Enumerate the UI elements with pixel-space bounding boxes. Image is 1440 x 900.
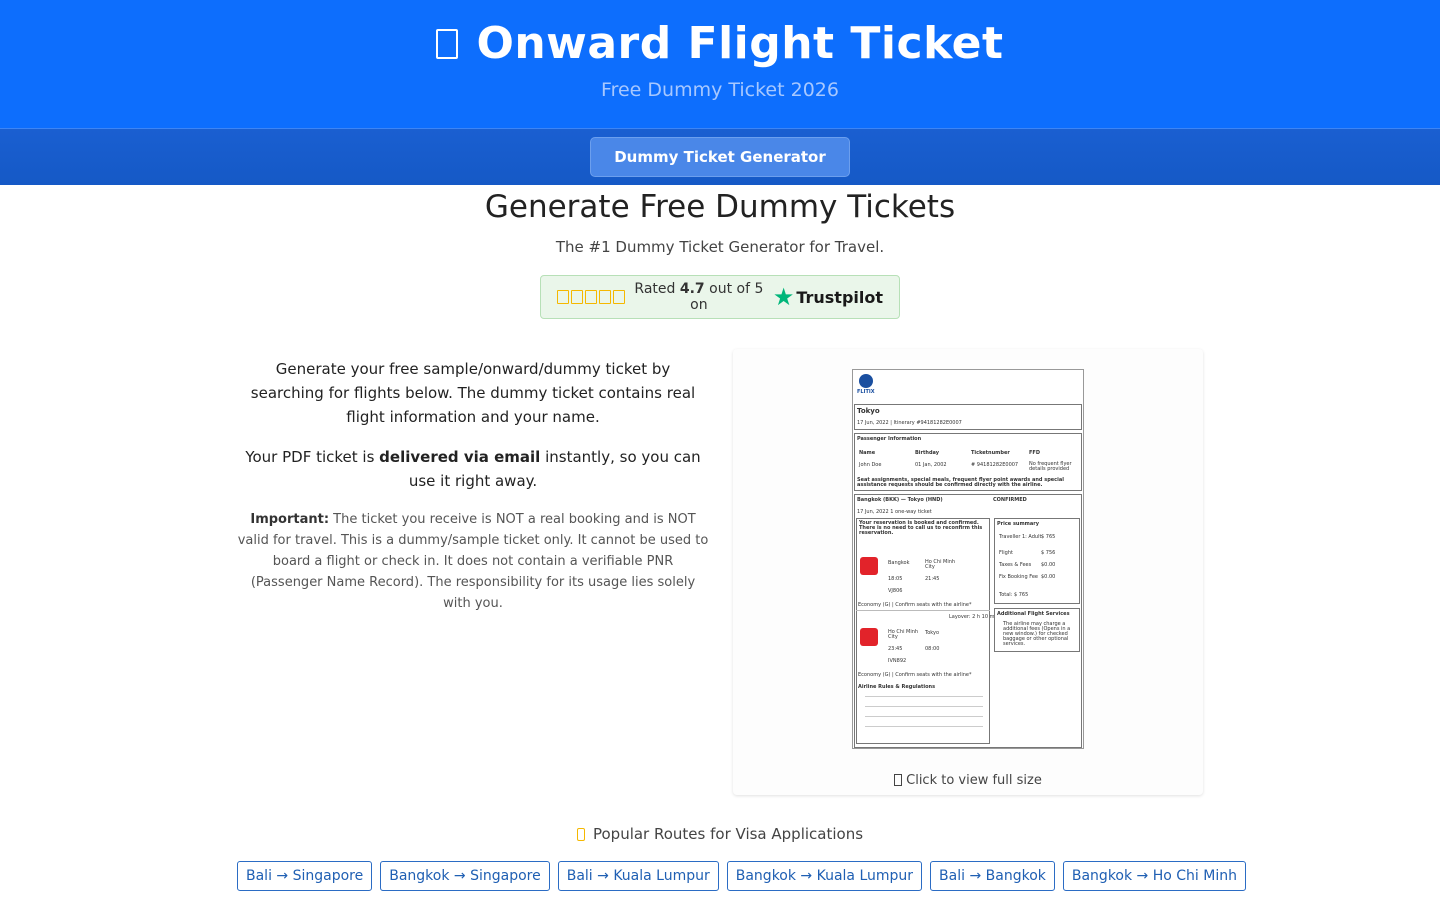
ticket-seg1-dep: 18:05 — [888, 576, 903, 582]
ticket-seg1-flight: VJ806 — [888, 588, 903, 594]
ticket-rule-line — [865, 706, 983, 707]
route-link-bangkok-kuala-lumpur[interactable]: Bangkok → Kuala Lumpur — [726, 861, 923, 891]
star-icon — [557, 290, 569, 304]
ticket-economy-2: Economy (G) | Confirm seats with the air… — [858, 672, 972, 678]
trustpilot-rating-badge[interactable]: Rated 4.7 out of 5 on ★ Trustpilot — [540, 275, 900, 319]
trustpilot-name: Trustpilot — [796, 287, 883, 307]
ticket-price-heading: Price summary — [997, 521, 1039, 527]
ticket-additional-note: The airline may charge a additional fees… — [1003, 621, 1071, 647]
ticket-fix-booking: Fix Booking Fee — [999, 574, 1038, 580]
dummy-ticket-generator-button[interactable]: Dummy Ticket Generator — [590, 137, 850, 177]
site-header: Onward Flight Ticket Free Dummy Ticket 2… — [0, 0, 1440, 128]
ticket-status: CONFIRMED — [993, 497, 1027, 503]
ticket-rule-line — [865, 696, 983, 697]
ticket-reservation-note: Your reservation is booked and confirmed… — [859, 520, 983, 536]
para2-bold: delivered via email — [379, 448, 541, 466]
ticket-seg2-to: Tokyo — [925, 630, 939, 636]
ticket-divider — [856, 610, 990, 611]
ticket-itinerary: 17 Jun, 2022 | Itinerary #94181282E0007 — [857, 420, 962, 426]
route-link-bangkok-singapore[interactable]: Bangkok → Singapore — [380, 861, 550, 891]
preview-caption[interactable]: Click to view full size — [733, 773, 1203, 788]
ticket-seg1-arr: 21:45 — [925, 576, 940, 582]
ticket-economy-1: Economy (G) | Confirm seats with the air… — [858, 602, 972, 608]
plane-icon — [436, 28, 459, 59]
page-tagline: The #1 Dummy Ticket Generator for Travel… — [555, 238, 885, 256]
ticket-total: Total: $ 765 — [999, 592, 1029, 598]
ticket-brand: FLITIX — [857, 389, 875, 395]
rating-prefix: Rated — [634, 281, 676, 297]
popular-routes-heading: Popular Routes for Visa Applications — [237, 825, 1203, 843]
trustpilot-star-icon: ★ — [772, 283, 795, 311]
site-subtitle: Free Dummy Ticket 2026 — [601, 79, 839, 101]
ticket-passenger-name: John Doe — [859, 462, 882, 468]
description-para-2: Your PDF ticket is delivered via email i… — [237, 445, 709, 493]
ticket-rule-line — [865, 716, 983, 717]
site-title: Onward Flight Ticket — [0, 18, 1440, 69]
ticket-col-ffd: FFD — [1029, 450, 1040, 456]
content-row: Generate your free sample/onward/dummy t… — [237, 349, 1203, 795]
ticket-col-birthday: Birthday — [915, 450, 939, 456]
ticket-passenger-birthday: 01 Jan, 2002 — [915, 462, 947, 468]
pin-icon — [576, 827, 585, 841]
ticket-destination: Tokyo — [857, 407, 880, 415]
ticket-flight-amt: $ 756 — [1041, 550, 1056, 556]
page-heading: Generate Free Dummy Tickets — [484, 189, 956, 225]
description-column: Generate your free sample/onward/dummy t… — [237, 349, 709, 795]
ticket-preview-card[interactable]: FLITIX Tokyo 17 Jun, 2022 | Itinerary #9… — [733, 349, 1203, 795]
route-link-bali-kuala-lumpur[interactable]: Bali → Kuala Lumpur — [557, 861, 719, 891]
ticket-rule-line — [865, 726, 983, 727]
star-icon — [571, 290, 583, 304]
description-para-1: Generate your free sample/onward/dummy t… — [250, 360, 696, 426]
ticket-traveller: Traveller 1: Adult — [999, 534, 1042, 540]
ticket-ffd: No frequent flyer details provided — [1029, 461, 1072, 472]
ticket-destination-box — [854, 404, 1082, 430]
rating-stars — [557, 290, 625, 304]
magnify-icon — [894, 774, 903, 786]
ticket-seg2-flight: IVN892 — [888, 658, 907, 664]
ticket-passenger-heading: Passenger Information — [857, 436, 922, 442]
important-notice: Important: The ticket you receive is NOT… — [237, 509, 709, 614]
airline-logo-icon — [860, 557, 878, 575]
ticket-preview-image[interactable]: FLITIX Tokyo 17 Jun, 2022 | Itinerary #9… — [852, 369, 1084, 749]
navbar: Dummy Ticket Generator — [0, 128, 1440, 185]
ticket-fix-amt: $0.00 — [1041, 574, 1056, 580]
ticket-trip-type: 17 Jun, 2022 1 one-way ticket — [857, 509, 932, 515]
ticket-additional-heading: Additional Flight Services — [997, 611, 1070, 617]
star-icon — [585, 290, 597, 304]
ticket-traveller-amt: $ 765 — [1041, 534, 1056, 540]
popular-routes-title: Popular Routes for Visa Applications — [592, 825, 864, 843]
popular-routes-list: Bali → Singapore Bangkok → Singapore Bal… — [237, 861, 1246, 891]
ticket-seg2-arr: 08:00 — [925, 646, 940, 652]
ticket-seg1-from: Bangkok — [888, 560, 910, 566]
para2-before: Your PDF ticket is — [245, 448, 380, 466]
ticket-taxes-amt: $0.00 — [1041, 562, 1056, 568]
route-link-bali-singapore[interactable]: Bali → Singapore — [237, 861, 373, 891]
airline-logo-icon — [860, 628, 878, 646]
main-content: Generate Free Dummy Tickets The #1 Dummy… — [237, 189, 1246, 891]
preview-caption-text: Click to view full size — [906, 773, 1042, 788]
star-icon — [613, 290, 625, 304]
flitix-logo-icon — [859, 374, 873, 388]
ticket-seat-note: Seat assignments, special meals, frequen… — [857, 477, 1064, 488]
ticket-seg2-dep: 23:45 — [888, 646, 903, 652]
site-title-text: Onward Flight Ticket — [476, 18, 1004, 69]
ticket-col-name: Name — [859, 450, 876, 456]
rating-text: Rated 4.7 out of 5 on — [633, 281, 765, 313]
rating-score: 4.7 — [679, 281, 705, 297]
ticket-route: Bangkok (BKK) — Tokyo (HND) — [857, 497, 943, 503]
route-link-bali-bangkok[interactable]: Bali → Bangkok — [930, 861, 1055, 891]
route-link-bangkok-ho-chi-minh[interactable]: Bangkok → Ho Chi Minh — [1062, 861, 1246, 891]
important-label: Important: — [250, 512, 330, 527]
ticket-number: # 94181282E0007 — [971, 462, 1019, 468]
ticket-rules: Airline Rules & Regulations — [858, 684, 936, 690]
ticket-seg2-from: Ho Chi Minh City — [888, 629, 919, 640]
star-icon — [599, 290, 611, 304]
ticket-flight-label: Flight — [999, 550, 1013, 556]
ticket-layover: Layover: 2 h 10 m — [949, 614, 995, 620]
ticket-col-ticket: Ticketnumber — [971, 450, 1010, 456]
ticket-seg1-to: Ho Chi Minh City — [925, 559, 956, 570]
ticket-taxes: Taxes & Fees — [999, 562, 1032, 568]
trustpilot-logo: ★ Trustpilot — [773, 285, 883, 309]
